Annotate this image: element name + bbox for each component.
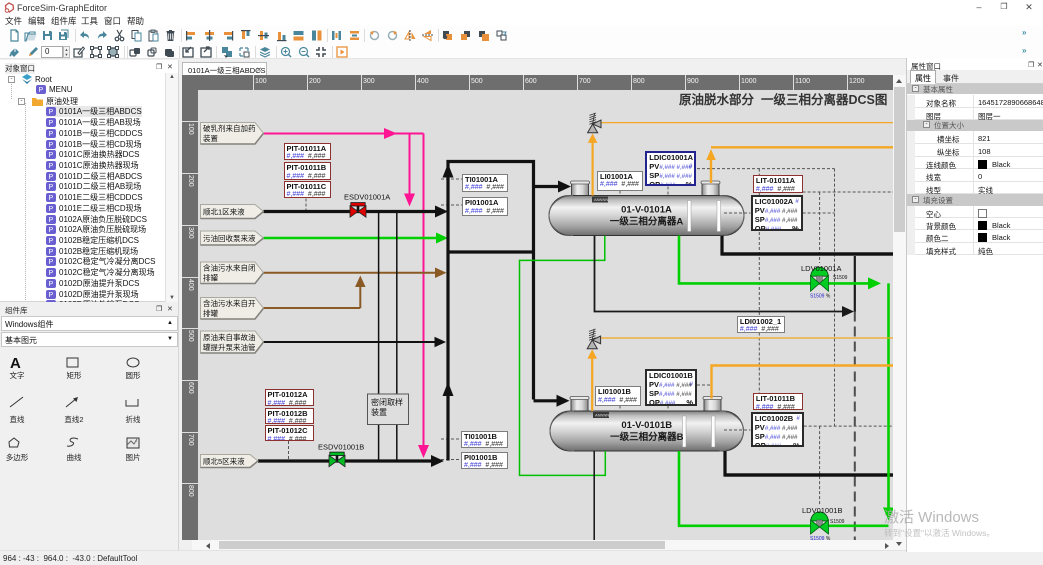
svg-text:P: P	[49, 270, 54, 277]
svg-text:P: P	[49, 259, 54, 266]
svg-text:顺北5区来液: 顺北5区来液	[203, 456, 245, 466]
svg-text:ESDV01001A: ESDV01001A	[344, 193, 390, 202]
svg-text:P: P	[49, 109, 54, 116]
svg-text:装置: 装置	[203, 133, 218, 143]
svg-text:含油污水来自闭: 含油污水来自闭	[203, 263, 256, 273]
svg-text:P: P	[49, 120, 54, 127]
svg-text:P: P	[49, 174, 54, 181]
svg-text:P: P	[39, 87, 44, 94]
svg-text:污油回收泵来液: 污油回收泵来液	[203, 233, 256, 243]
svg-text:P: P	[49, 206, 54, 213]
svg-text:P: P	[49, 292, 54, 299]
svg-text:S1509: S1509	[830, 519, 845, 525]
svg-text:S1509 %: S1509 %	[810, 294, 831, 300]
svg-text:排罐: 排罐	[203, 308, 218, 318]
svg-text:一级三相分离器B: 一级三相分离器B	[610, 431, 684, 443]
svg-text:01-V-0101B: 01-V-0101B	[621, 420, 672, 431]
svg-text:P: P	[49, 238, 54, 245]
svg-text:ANNNN: ANNNN	[595, 413, 609, 418]
svg-text:顺北1区来液: 顺北1区来液	[203, 206, 245, 216]
svg-text:S1509 %: S1509 %	[810, 536, 831, 540]
svg-text:破乳剂来自加药: 破乳剂来自加药	[203, 123, 256, 133]
svg-text:P: P	[49, 249, 54, 256]
svg-text:A: A	[10, 355, 21, 370]
svg-text:LDV01001B: LDV01001B	[802, 506, 842, 515]
svg-text:ESDV01001B: ESDV01001B	[318, 443, 364, 452]
svg-text:排罐: 排罐	[203, 273, 218, 283]
svg-text:装置: 装置	[371, 407, 387, 417]
svg-text:罐提升泵来油管: 罐提升泵来油管	[203, 342, 256, 352]
svg-text:P: P	[49, 184, 54, 191]
svg-text:原油来自事故油: 原油来自事故油	[203, 332, 256, 342]
svg-text:原油脱水部分 一级三相分离器DCS图: 原油脱水部分 一级三相分离器DCS图	[679, 92, 887, 107]
svg-text:01-V-0101A: 01-V-0101A	[621, 205, 672, 216]
svg-text:P: P	[49, 142, 54, 149]
svg-text:P: P	[49, 217, 54, 224]
svg-text:含油污水来自开: 含油污水来自开	[203, 298, 256, 308]
svg-text:一级三相分离器A: 一级三相分离器A	[610, 216, 684, 228]
svg-text:P: P	[49, 152, 54, 159]
svg-text:P: P	[49, 131, 54, 138]
svg-text:P: P	[49, 163, 54, 170]
svg-text:密闭取样: 密闭取样	[371, 397, 403, 407]
svg-text:S1509: S1509	[833, 275, 848, 281]
svg-text:P: P	[49, 281, 54, 288]
svg-text:P: P	[49, 227, 54, 234]
svg-text:LDV01001A: LDV01001A	[801, 264, 841, 273]
svg-text:ANNNN: ANNNN	[594, 197, 608, 202]
svg-text:P: P	[49, 195, 54, 202]
